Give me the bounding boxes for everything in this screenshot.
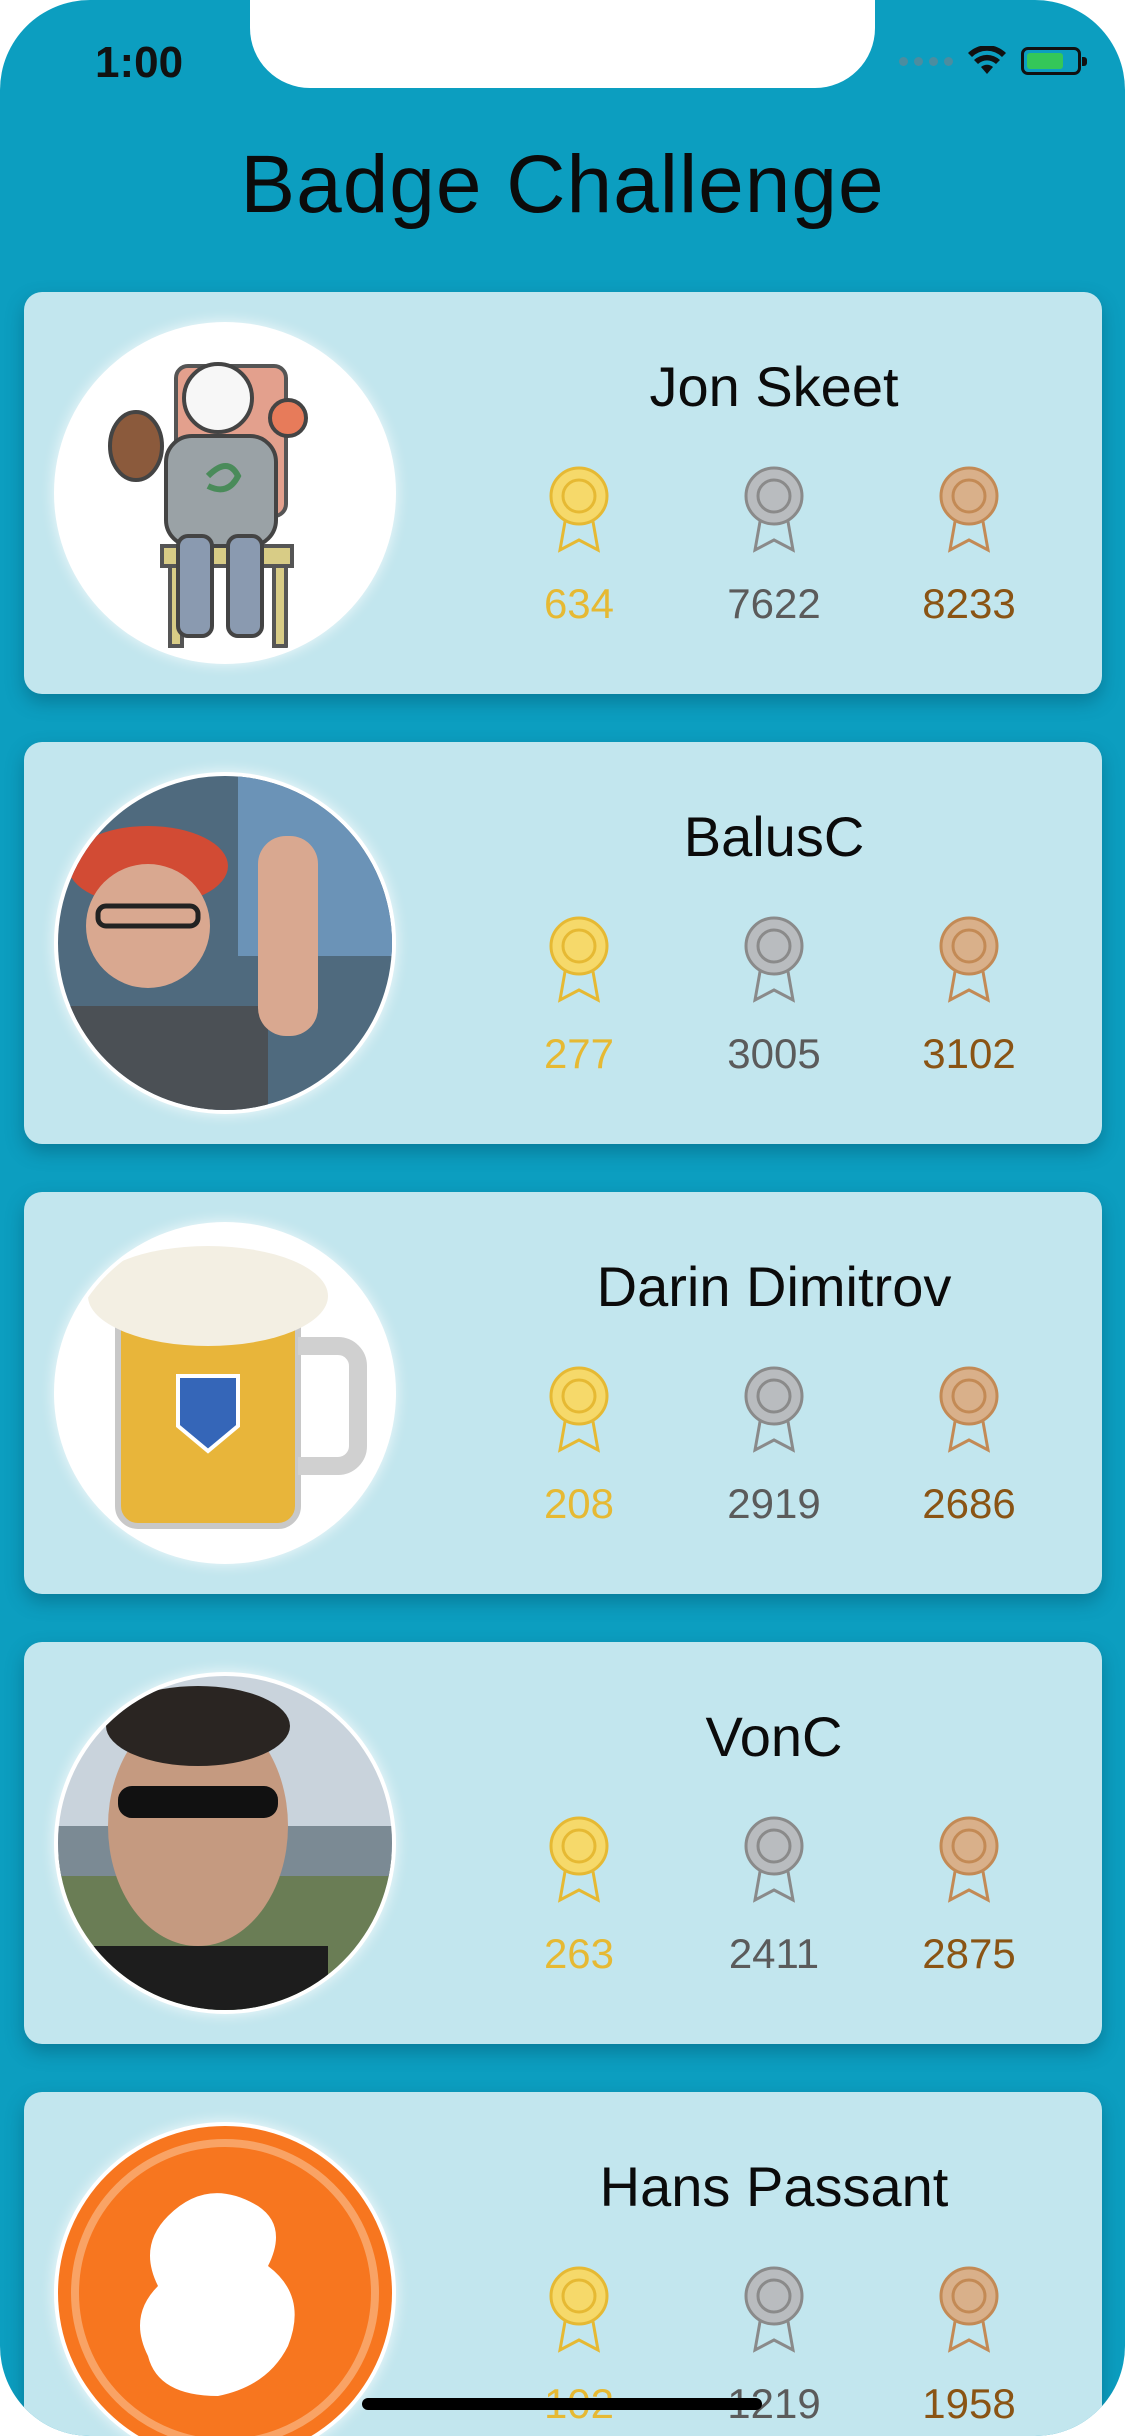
- silver-count: 3005: [727, 1030, 821, 1077]
- bronze-count: 2686: [922, 1480, 1016, 1527]
- device-notch: [250, 0, 875, 88]
- photo-avatar-icon: [58, 1676, 392, 2010]
- user-list[interactable]: Jon Skeet 634 7622 8233 BalusC 277 3005 …: [24, 292, 1102, 2436]
- user-card[interactable]: BalusC 277 3005 3102: [24, 742, 1102, 1144]
- badge-counts: 634 7622 8233: [494, 464, 1054, 628]
- bronze-badge: 1958: [884, 2264, 1054, 2428]
- gold-count: 277: [543, 1030, 615, 1077]
- bronze-badge: 2686: [884, 1364, 1054, 1528]
- bronze-badge: 3102: [884, 914, 1054, 1078]
- lion-crest-avatar-icon: [58, 2126, 392, 2436]
- silver-badge: 7622: [689, 464, 859, 628]
- user-card[interactable]: Hans Passant 102 1219: [24, 2092, 1102, 2436]
- battery-icon: [1021, 47, 1087, 75]
- cartoon-avatar-icon: [58, 326, 392, 660]
- photo-avatar-icon: [58, 776, 392, 1110]
- badge-counts: 277 3005 3102: [494, 914, 1054, 1078]
- gold-count: 263: [543, 1930, 615, 1977]
- app-screen: 1:00 Badge Challenge Jon Skeet 634 7622 …: [0, 0, 1125, 2436]
- gold-medal-icon: [549, 466, 609, 553]
- gold-medal-icon: [549, 1366, 609, 1453]
- user-name: Darin Dimitrov: [596, 1255, 952, 1318]
- gold-medal-icon: [549, 2266, 609, 2353]
- user-card[interactable]: Darin Dimitrov 208 2919 2686: [24, 1192, 1102, 1594]
- user-name: Hans Passant: [599, 2155, 949, 2218]
- avatar: [54, 1222, 396, 1564]
- bronze-count: 1958: [922, 2380, 1016, 2427]
- silver-count: 2919: [727, 1480, 821, 1527]
- cellular-signal-icon: [899, 56, 953, 66]
- bronze-count: 2875: [922, 1930, 1016, 1977]
- bronze-medal-icon: [939, 2266, 999, 2353]
- page-title: Badge Challenge: [240, 139, 885, 230]
- silver-medal-icon: [744, 916, 804, 1003]
- avatar: [54, 1672, 396, 2014]
- gold-medal-icon: [549, 1816, 609, 1903]
- gold-badge: 634: [494, 464, 664, 628]
- user-card[interactable]: VonC 263 2411 2875: [24, 1642, 1102, 2044]
- user-name: Jon Skeet: [649, 355, 899, 418]
- bronze-count: 3102: [922, 1030, 1016, 1077]
- gold-badge: 208: [494, 1364, 664, 1528]
- bronze-medal-icon: [939, 1366, 999, 1453]
- gold-badge: 263: [494, 1814, 664, 1978]
- avatar: [54, 2122, 396, 2436]
- status-time: 1:00: [95, 38, 184, 87]
- silver-count: 7622: [727, 580, 821, 627]
- bronze-count: 8233: [922, 580, 1016, 627]
- badge-counts: 208 2919 2686: [494, 1364, 1054, 1528]
- user-name: VonC: [705, 1705, 843, 1768]
- silver-badge: 3005: [689, 914, 859, 1078]
- bronze-medal-icon: [939, 916, 999, 1003]
- avatar: [54, 772, 396, 1114]
- badge-counts: 263 2411 2875: [494, 1814, 1054, 1978]
- user-card[interactable]: Jon Skeet 634 7622 8233: [24, 292, 1102, 694]
- silver-count: 2411: [728, 1930, 820, 1977]
- avatar: [54, 322, 396, 664]
- silver-badge: 2411: [689, 1814, 859, 1978]
- gold-medal-icon: [549, 916, 609, 1003]
- silver-medal-icon: [744, 2266, 804, 2353]
- gold-count: 634: [543, 580, 615, 627]
- bronze-badge: 2875: [884, 1814, 1054, 1978]
- user-name: BalusC: [683, 805, 865, 868]
- wifi-icon: [968, 46, 1006, 74]
- home-indicator[interactable]: [362, 2398, 762, 2410]
- bronze-medal-icon: [939, 466, 999, 553]
- silver-medal-icon: [744, 466, 804, 553]
- gold-count: 208: [543, 1480, 615, 1527]
- silver-badge: 2919: [689, 1364, 859, 1528]
- silver-medal-icon: [744, 1816, 804, 1903]
- bronze-badge: 8233: [884, 464, 1054, 628]
- status-icons: [899, 46, 1087, 76]
- gold-badge: 277: [494, 914, 664, 1078]
- bronze-medal-icon: [939, 1816, 999, 1903]
- beer-mug-avatar-icon: [58, 1226, 392, 1560]
- silver-medal-icon: [744, 1366, 804, 1453]
